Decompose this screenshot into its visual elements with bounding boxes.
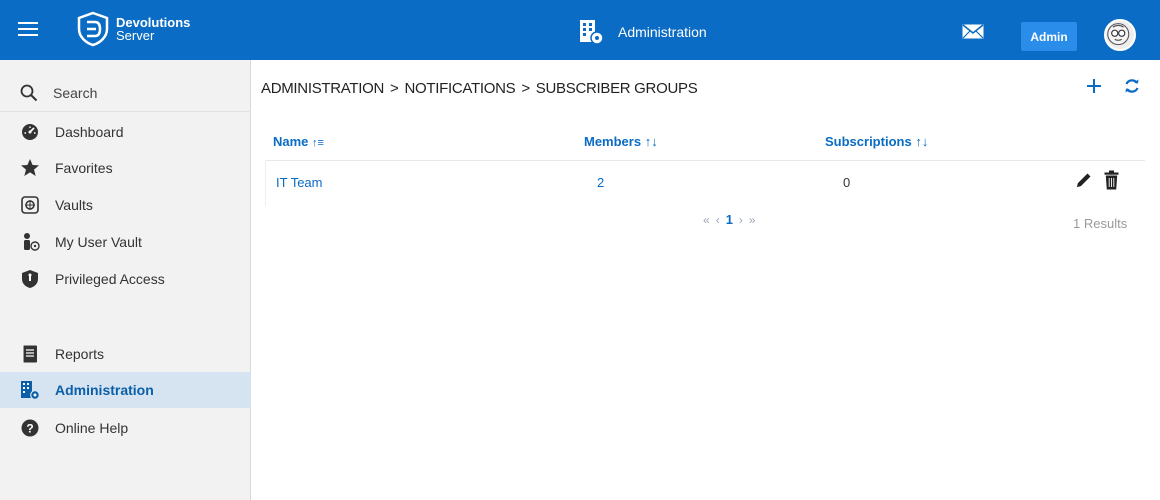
sidebar-item-online-help[interactable]: ? Online Help bbox=[0, 410, 251, 446]
header-title: Administration bbox=[618, 24, 707, 40]
user-avatar[interactable] bbox=[1104, 19, 1136, 51]
mail-icon[interactable] bbox=[962, 24, 984, 39]
dashboard-icon bbox=[20, 122, 40, 142]
sidebar-item-label: Vaults bbox=[55, 197, 93, 213]
edit-icon[interactable] bbox=[1075, 171, 1093, 189]
next-page-button[interactable]: › bbox=[739, 213, 743, 227]
breadcrumb-notifications[interactable]: NOTIFICATIONS bbox=[405, 80, 516, 97]
brand-name: Devolutions Server bbox=[116, 16, 190, 42]
brand-line2: Server bbox=[116, 28, 155, 43]
sidebar-item-privileged-access[interactable]: Privileged Access bbox=[0, 261, 251, 297]
avatar-face-icon bbox=[1107, 23, 1130, 46]
sidebar-item-label: Privileged Access bbox=[55, 271, 165, 287]
sort-both-icon: ↑↓ bbox=[915, 134, 929, 149]
svg-text:?: ? bbox=[26, 422, 33, 436]
user-vault-icon bbox=[20, 232, 40, 252]
devolutions-shield-icon bbox=[77, 11, 109, 47]
trash-icon[interactable] bbox=[1104, 170, 1119, 190]
column-header-members[interactable]: Members ↑↓ bbox=[584, 134, 658, 149]
menu-icon[interactable] bbox=[18, 22, 38, 38]
sort-asc-icon: ↑≡ bbox=[312, 137, 324, 149]
refresh-icon[interactable] bbox=[1123, 77, 1141, 95]
sidebar-item-vaults[interactable]: Vaults bbox=[0, 187, 251, 223]
vault-icon bbox=[20, 195, 40, 215]
column-header-label: Subscriptions bbox=[825, 134, 912, 149]
breadcrumb-separator: > bbox=[521, 80, 530, 97]
reports-icon bbox=[20, 344, 40, 364]
sidebar-item-label: Reports bbox=[55, 346, 105, 362]
sidebar-item-label: Favorites bbox=[55, 160, 113, 176]
add-icon[interactable] bbox=[1085, 77, 1103, 95]
current-page[interactable]: 1 bbox=[726, 212, 733, 227]
search-icon bbox=[20, 84, 38, 101]
breadcrumb-subscriber-groups: SUBSCRIBER GROUPS bbox=[535, 80, 698, 97]
row-members-link[interactable]: 2 bbox=[597, 175, 604, 190]
column-header-label: Members bbox=[584, 134, 642, 149]
sidebar-search[interactable]: Search bbox=[0, 74, 251, 112]
sidebar-item-my-user-vault[interactable]: My User Vault bbox=[0, 224, 251, 260]
administration-building-icon bbox=[580, 20, 604, 45]
sidebar-item-administration[interactable]: Administration bbox=[0, 372, 251, 408]
administration-icon bbox=[20, 380, 40, 400]
sidebar-search-label: Search bbox=[53, 84, 98, 101]
breadcrumb-administration[interactable]: ADMINISTRATION bbox=[261, 80, 384, 97]
column-header-subscriptions[interactable]: Subscriptions ↑↓ bbox=[825, 134, 928, 149]
sidebar-item-label: Administration bbox=[55, 382, 154, 398]
prev-page-button[interactable]: ‹ bbox=[716, 213, 720, 227]
column-header-label: Name bbox=[273, 134, 309, 149]
brand-logo[interactable]: Devolutions Server bbox=[76, 11, 190, 47]
pagination: « ‹ 1 › » bbox=[700, 212, 759, 227]
sidebar-item-favorites[interactable]: Favorites bbox=[0, 150, 251, 186]
column-header-name[interactable]: Name ↑≡ bbox=[273, 134, 324, 149]
sidebar: Search Dashboard Favorites Vaults My Use… bbox=[0, 60, 251, 500]
page-section-title: Administration bbox=[578, 19, 707, 45]
sidebar-item-label: My User Vault bbox=[55, 234, 142, 250]
sidebar-item-label: Dashboard bbox=[55, 124, 124, 140]
results-count: 1 Results bbox=[1073, 216, 1128, 231]
table-row[interactable] bbox=[265, 160, 1145, 206]
help-icon: ? bbox=[20, 418, 40, 438]
sidebar-item-dashboard[interactable]: Dashboard bbox=[0, 114, 251, 150]
last-page-button[interactable]: » bbox=[749, 213, 756, 227]
shield-icon bbox=[20, 269, 40, 289]
breadcrumb-separator: > bbox=[390, 80, 399, 97]
sidebar-item-reports[interactable]: Reports bbox=[0, 336, 251, 372]
sort-both-icon: ↑↓ bbox=[644, 134, 658, 149]
row-subscriptions-value: 0 bbox=[843, 175, 851, 190]
row-name-link[interactable]: IT Team bbox=[276, 175, 322, 190]
sidebar-item-label: Online Help bbox=[55, 420, 129, 436]
first-page-button[interactable]: « bbox=[703, 213, 710, 227]
star-icon bbox=[20, 158, 40, 178]
breadcrumb: ADMINISTRATION > NOTIFICATIONS > SUBSCRIBER … bbox=[261, 80, 698, 97]
admin-button[interactable]: Admin bbox=[1021, 22, 1077, 51]
top-bar: Devolutions Server Administration Admin bbox=[0, 0, 1160, 60]
